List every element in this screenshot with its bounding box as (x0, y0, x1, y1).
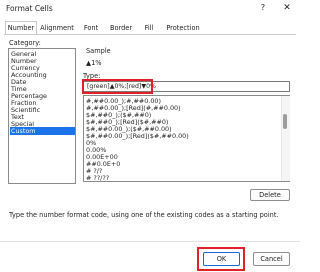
tab-fill[interactable]: Fill (140, 22, 158, 34)
cancel-button[interactable]: Cancel (253, 252, 290, 266)
scrollbar-thumb[interactable] (283, 114, 287, 129)
type-list-scrollbar[interactable] (281, 96, 290, 181)
category-list[interactable]: General Number Currency Accounting Date … (8, 48, 76, 184)
footer-divider (0, 241, 300, 242)
tab-number[interactable]: Number (5, 21, 37, 34)
help-button[interactable]: ? (257, 2, 269, 14)
delete-button[interactable]: Delete (250, 189, 290, 201)
sample-value: ▲1% (86, 59, 102, 67)
category-item-selected[interactable]: Custom (10, 127, 75, 135)
hint-text: Type the number format code, using one o… (9, 211, 279, 219)
category-label: Category: (9, 39, 41, 47)
type-list-item[interactable]: # ??/?? (86, 174, 109, 182)
highlight-ok-button (197, 247, 245, 271)
close-button[interactable]: ✕ (281, 2, 293, 14)
tab-font[interactable]: Font (79, 22, 103, 34)
tab-divider (4, 34, 296, 35)
sample-label: Sample (86, 47, 111, 55)
highlight-type-input (82, 79, 153, 94)
type-list-item[interactable]: $#,##0.00_);[Red]($#,##0.00) (86, 132, 189, 140)
tab-protection[interactable]: Protection (162, 22, 204, 34)
type-list[interactable]: #,##0.00_);#,##0.00) #,##0.00_);[Red](#,… (83, 95, 290, 182)
tab-alignment[interactable]: Alignment (39, 22, 75, 34)
dialog-title: Format Cells (6, 4, 53, 13)
tab-border[interactable]: Border (108, 22, 134, 34)
